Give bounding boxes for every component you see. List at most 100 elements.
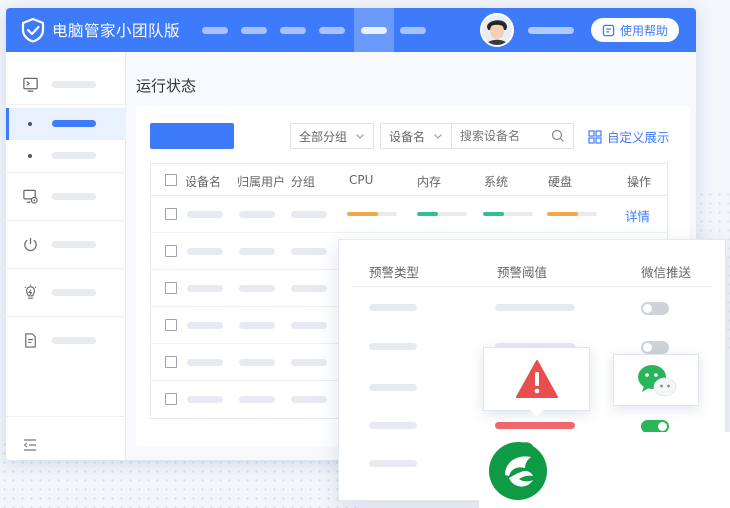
- primary-action-button[interactable]: [150, 123, 234, 149]
- sidebar-item-power[interactable]: [6, 222, 126, 266]
- row-checkbox[interactable]: [165, 319, 177, 331]
- search-placeholder: 搜索设备名: [460, 129, 521, 143]
- row-checkbox[interactable]: [165, 245, 177, 257]
- nav-item-3[interactable]: [280, 27, 306, 34]
- owner-placeholder: [239, 359, 275, 366]
- title-bar: 电脑管家小团队版 使用帮助: [6, 8, 696, 52]
- group-placeholder: [291, 248, 327, 255]
- chevron-down-icon: [434, 134, 442, 139]
- detail-link[interactable]: 详情: [625, 206, 650, 225]
- group-placeholder: [291, 396, 327, 403]
- warning-popup: [483, 347, 590, 411]
- sidebar-subitem-active[interactable]: [6, 108, 126, 140]
- divider: [6, 268, 126, 269]
- group-select[interactable]: 全部分组: [290, 123, 374, 149]
- threshold-placeholder: [495, 304, 575, 311]
- search-icon[interactable]: [551, 129, 565, 143]
- grid-icon: [588, 129, 602, 144]
- alert-row: [339, 289, 725, 327]
- group-placeholder: [291, 322, 327, 329]
- sidebar-item-alerts[interactable]: [6, 270, 126, 314]
- bulb-bolt-icon: [24, 283, 37, 299]
- device-name-placeholder: [187, 285, 223, 292]
- terminal-icon: [23, 77, 38, 92]
- group-placeholder: [291, 211, 327, 218]
- cpu-usage-bar: [347, 212, 397, 216]
- select-all-checkbox[interactable]: [165, 174, 177, 186]
- header-wechat-push: 微信推送: [641, 265, 692, 280]
- user-avatar[interactable]: [480, 13, 514, 47]
- sidebar-label-placeholder: [52, 288, 96, 296]
- owner-placeholder: [239, 322, 275, 329]
- bullet: [28, 122, 32, 126]
- help-doc-icon: [602, 24, 615, 36]
- sidebar-item-terminal[interactable]: [6, 62, 126, 106]
- header-group: 分组: [291, 175, 316, 189]
- row-checkbox[interactable]: [165, 208, 177, 220]
- divider: [6, 416, 126, 417]
- disk-usage-fill: [547, 212, 578, 216]
- sidebar: [6, 52, 126, 460]
- collapse-menu-icon[interactable]: [22, 438, 38, 452]
- row-checkbox[interactable]: [165, 282, 177, 294]
- sidebar-item-documents[interactable]: [6, 318, 126, 362]
- sidebar-item-computer[interactable]: [6, 174, 126, 218]
- computer-settings-icon: [23, 189, 38, 204]
- header-disk: 硬盘: [548, 175, 573, 189]
- alert-type-placeholder: [369, 304, 417, 311]
- device-name-placeholder: [187, 396, 223, 403]
- row-checkbox[interactable]: [165, 356, 177, 368]
- divider: [6, 104, 126, 105]
- alert-type-placeholder: [369, 460, 417, 467]
- popup-pointer: [530, 410, 544, 417]
- header-alert-type: 预警类型: [369, 265, 420, 280]
- power-icon: [24, 237, 37, 251]
- wechat-push-toggle[interactable]: [641, 341, 669, 354]
- document-icon: [25, 332, 36, 348]
- memory-usage-fill: [417, 212, 438, 216]
- chevron-down-icon: [356, 134, 364, 139]
- system-usage-bar: [483, 212, 533, 216]
- device-name-placeholder: [187, 248, 223, 255]
- alert-type-placeholder: [369, 384, 417, 391]
- device-name-placeholder: [187, 322, 223, 329]
- wechat-popup: [613, 354, 699, 406]
- custom-display-label: 自定义展示: [607, 130, 670, 145]
- search-input[interactable]: 搜索设备名: [452, 123, 574, 149]
- custom-display-link[interactable]: 自定义展示: [588, 127, 670, 146]
- group-placeholder: [291, 359, 327, 366]
- group-placeholder: [291, 285, 327, 292]
- disk-usage-bar: [547, 212, 597, 216]
- system-usage-fill: [483, 212, 504, 216]
- divider: [6, 172, 126, 173]
- memory-usage-bar: [417, 212, 467, 216]
- nav-item-4[interactable]: [319, 27, 345, 34]
- owner-placeholder: [239, 285, 275, 292]
- divider: [6, 316, 126, 317]
- warning-triangle-icon: [516, 360, 558, 398]
- row-checkbox[interactable]: [165, 393, 177, 405]
- header-owner: 归属用户: [237, 175, 286, 189]
- nav-item-2[interactable]: [241, 27, 267, 34]
- owner-placeholder: [239, 396, 275, 403]
- device-field-select[interactable]: 设备名: [380, 123, 452, 149]
- cpu-usage-fill: [347, 212, 378, 216]
- owner-placeholder: [239, 248, 275, 255]
- wechat-icon: [638, 365, 677, 398]
- green-leaf-logo: [489, 442, 547, 500]
- nav-item-6[interactable]: [400, 27, 426, 34]
- table-row: 详情: [151, 196, 667, 233]
- help-button[interactable]: 使用帮助: [591, 18, 679, 42]
- header-system: 系统: [484, 175, 509, 189]
- nav-item-active[interactable]: [361, 27, 387, 34]
- sidebar-label-placeholder: [52, 80, 96, 88]
- device-select-value: 设备名: [389, 129, 426, 144]
- nav-item-1[interactable]: [202, 27, 228, 34]
- alert-table-header: 预警类型 预警阈值 微信推送: [353, 240, 711, 287]
- device-name-placeholder: [187, 359, 223, 366]
- shield-check-icon: [21, 17, 45, 43]
- sidebar-subitem[interactable]: [6, 140, 126, 172]
- header-memory: 内存: [417, 175, 442, 189]
- sidebar-label-placeholder: [52, 192, 96, 200]
- wechat-push-toggle[interactable]: [641, 302, 669, 315]
